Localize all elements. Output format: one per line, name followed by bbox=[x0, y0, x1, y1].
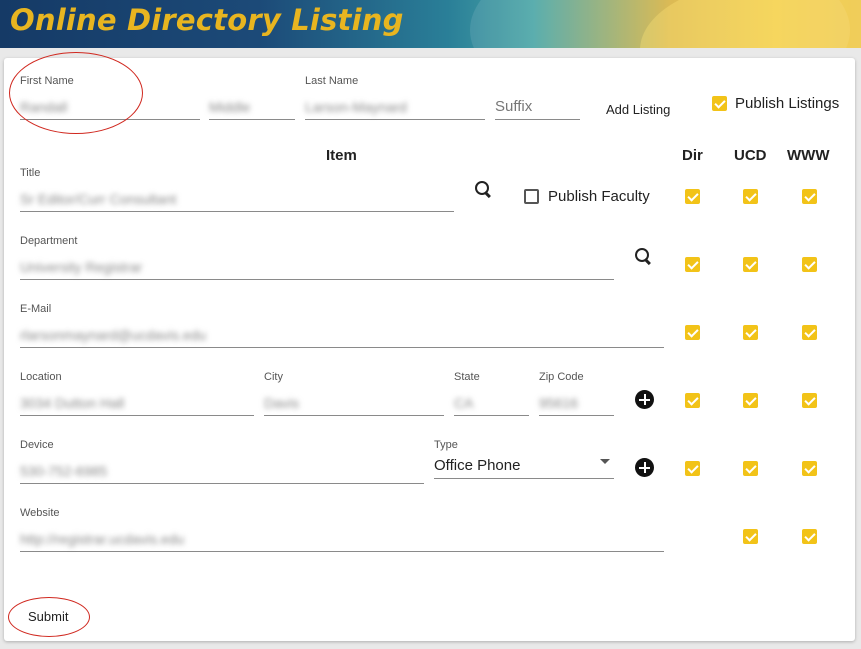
zip-code-label: Zip Code bbox=[539, 371, 584, 383]
location-dir-checkbox[interactable] bbox=[685, 393, 700, 408]
title-label: Title bbox=[20, 167, 41, 179]
city-value: Davis bbox=[264, 395, 300, 411]
state-label: State bbox=[454, 371, 480, 383]
publish-listings-checkbox[interactable] bbox=[712, 96, 727, 111]
type-selected-value: Office Phone bbox=[434, 457, 521, 474]
website-input[interactable]: http://registrar.ucdavis.edu bbox=[20, 528, 664, 552]
publish-listings-label: Publish Listings bbox=[735, 95, 840, 112]
city-label: City bbox=[264, 371, 283, 383]
department-ucd-checkbox[interactable] bbox=[743, 257, 758, 272]
device-value: 530-752-6985 bbox=[20, 463, 108, 479]
suffix-placeholder: Suffix bbox=[495, 98, 533, 115]
directory-form: First Name Randall Middle Last Name Lars… bbox=[4, 52, 855, 641]
title-value: Sr Editor/Curr Consultant bbox=[20, 191, 177, 207]
email-label: E-Mail bbox=[20, 303, 52, 315]
department-dir-checkbox[interactable] bbox=[685, 257, 700, 272]
state-input[interactable]: CA bbox=[454, 392, 529, 416]
add-listing-button[interactable]: Add Listing bbox=[606, 102, 670, 117]
add-device-icon[interactable] bbox=[635, 458, 654, 477]
annotation-circle bbox=[9, 52, 143, 134]
email-dir-checkbox[interactable] bbox=[685, 325, 700, 340]
location-ucd-checkbox[interactable] bbox=[743, 393, 758, 408]
banner-decoration bbox=[640, 0, 861, 48]
search-icon[interactable] bbox=[474, 180, 494, 200]
add-location-icon[interactable] bbox=[635, 390, 654, 409]
header-banner: Online Directory Listing bbox=[0, 0, 861, 48]
middle-name-value: Middle bbox=[209, 99, 251, 115]
middle-name-input[interactable]: Middle bbox=[209, 96, 295, 120]
department-value: University Registrar bbox=[20, 259, 143, 275]
email-input[interactable]: rlarsonmaynard@ucdavis.edu bbox=[20, 324, 664, 348]
device-www-checkbox[interactable] bbox=[802, 461, 817, 476]
column-header-item: Item bbox=[326, 147, 357, 164]
department-input[interactable]: University Registrar bbox=[20, 256, 614, 280]
column-header-ucd: UCD bbox=[734, 147, 767, 164]
location-value: 3034 Dutton Hall bbox=[20, 395, 125, 411]
last-name-input[interactable]: Larson-Maynard bbox=[305, 96, 485, 120]
device-ucd-checkbox[interactable] bbox=[743, 461, 758, 476]
title-www-checkbox[interactable] bbox=[802, 189, 817, 204]
type-label: Type bbox=[434, 439, 458, 451]
location-www-checkbox[interactable] bbox=[802, 393, 817, 408]
title-dir-checkbox[interactable] bbox=[685, 189, 700, 204]
email-ucd-checkbox[interactable] bbox=[743, 325, 758, 340]
email-value: rlarsonmaynard@ucdavis.edu bbox=[20, 327, 207, 343]
department-label: Department bbox=[20, 235, 78, 247]
annotation-circle bbox=[8, 597, 90, 637]
state-value: CA bbox=[454, 395, 474, 411]
title-input[interactable]: Sr Editor/Curr Consultant bbox=[20, 188, 454, 212]
website-www-checkbox[interactable] bbox=[802, 529, 817, 544]
column-header-www: WWW bbox=[787, 147, 830, 164]
department-www-checkbox[interactable] bbox=[802, 257, 817, 272]
location-label: Location bbox=[20, 371, 62, 383]
city-input[interactable]: Davis bbox=[264, 392, 444, 416]
suffix-input[interactable]: Suffix bbox=[495, 96, 580, 120]
last-name-value: Larson-Maynard bbox=[305, 99, 407, 115]
type-select[interactable]: Office Phone bbox=[434, 455, 614, 479]
email-www-checkbox[interactable] bbox=[802, 325, 817, 340]
chevron-down-icon bbox=[600, 459, 610, 464]
website-ucd-checkbox[interactable] bbox=[743, 529, 758, 544]
website-value: http://registrar.ucdavis.edu bbox=[20, 531, 185, 547]
location-input[interactable]: 3034 Dutton Hall bbox=[20, 392, 254, 416]
zip-code-value: 95616 bbox=[539, 395, 578, 411]
search-icon[interactable] bbox=[634, 247, 654, 267]
page-title: Online Directory Listing bbox=[10, 3, 404, 37]
zip-code-input[interactable]: 95616 bbox=[539, 392, 614, 416]
device-label: Device bbox=[20, 439, 54, 451]
last-name-label: Last Name bbox=[305, 75, 359, 87]
title-ucd-checkbox[interactable] bbox=[743, 189, 758, 204]
device-input[interactable]: 530-752-6985 bbox=[20, 460, 424, 484]
publish-faculty-checkbox[interactable] bbox=[524, 189, 539, 204]
column-header-dir: Dir bbox=[682, 147, 703, 164]
publish-faculty-label: Publish Faculty bbox=[548, 188, 650, 205]
device-dir-checkbox[interactable] bbox=[685, 461, 700, 476]
website-label: Website bbox=[20, 507, 60, 519]
